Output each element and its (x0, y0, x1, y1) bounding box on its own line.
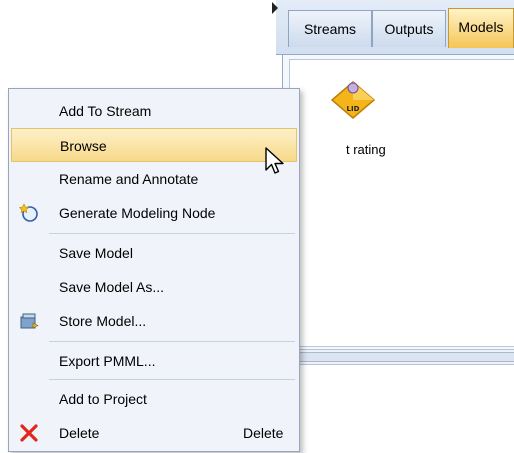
menu-item-label: Browse (60, 138, 107, 154)
menu-item-label: Generate Modeling Node (59, 205, 216, 221)
menu-item-label: Rename and Annotate (59, 171, 199, 187)
scrollbar-thumb[interactable] (290, 352, 514, 362)
tab-outputs[interactable]: Outputs (372, 10, 446, 47)
menu-item-label: Store Model... (59, 313, 147, 329)
menu-item-rename-annotate[interactable]: Rename and Annotate (11, 162, 297, 196)
model-label: t rating (346, 142, 386, 157)
menu-item-store-model[interactable]: Store Model... (11, 304, 297, 338)
horizontal-scrollbar[interactable] (289, 349, 514, 365)
menu-item-label: Save Model As... (59, 279, 165, 295)
menu-item-label: Export PMML... (59, 353, 156, 369)
tab-streams-label: Streams (303, 21, 357, 37)
menu-separator (49, 341, 295, 342)
menu-item-save-model[interactable]: Save Model (11, 236, 297, 270)
menu-item-add-to-project[interactable]: Add to Project (11, 382, 297, 416)
context-menu: Add To Stream Browse Rename and Annotate… (8, 88, 300, 452)
menu-item-delete[interactable]: Delete Delete (11, 416, 297, 450)
models-panel: LID t rating (282, 55, 514, 365)
mouse-cursor-icon (265, 147, 284, 174)
tab-streams[interactable]: Streams (288, 10, 372, 47)
delete-x-icon (20, 424, 38, 442)
menu-item-label: Delete (59, 425, 100, 441)
model-manager-pane: Streams Outputs Models LID t rating (272, 0, 514, 370)
menu-separator (49, 379, 295, 380)
menu-item-label: Add to Project (59, 391, 147, 407)
menu-separator (49, 233, 295, 234)
menu-item-generate-modeling-node[interactable]: Generate Modeling Node (11, 196, 297, 230)
models-list: LID t rating (289, 59, 514, 347)
tab-models[interactable]: Models (448, 8, 514, 48)
model-icon-text: LID (347, 105, 360, 113)
manager-tab-strip: Streams Outputs Models (272, 0, 514, 55)
menu-item-add-to-stream[interactable]: Add To Stream (11, 94, 297, 128)
menu-item-shortcut: Delete (243, 425, 284, 441)
store-model-icon (20, 313, 39, 329)
model-nugget-icon[interactable]: LID (330, 78, 376, 124)
menu-item-label: Add To Stream (59, 103, 152, 119)
menu-item-browse[interactable]: Browse (11, 128, 297, 162)
generate-node-icon (19, 203, 38, 222)
tab-outputs-label: Outputs (384, 21, 434, 37)
menu-item-export-pmml[interactable]: Export PMML... (11, 344, 297, 378)
tab-models-label: Models (458, 19, 504, 35)
menu-item-label: Save Model (59, 245, 133, 261)
collapse-arrow-icon[interactable] (272, 2, 278, 14)
menu-item-save-model-as[interactable]: Save Model As... (11, 270, 297, 304)
